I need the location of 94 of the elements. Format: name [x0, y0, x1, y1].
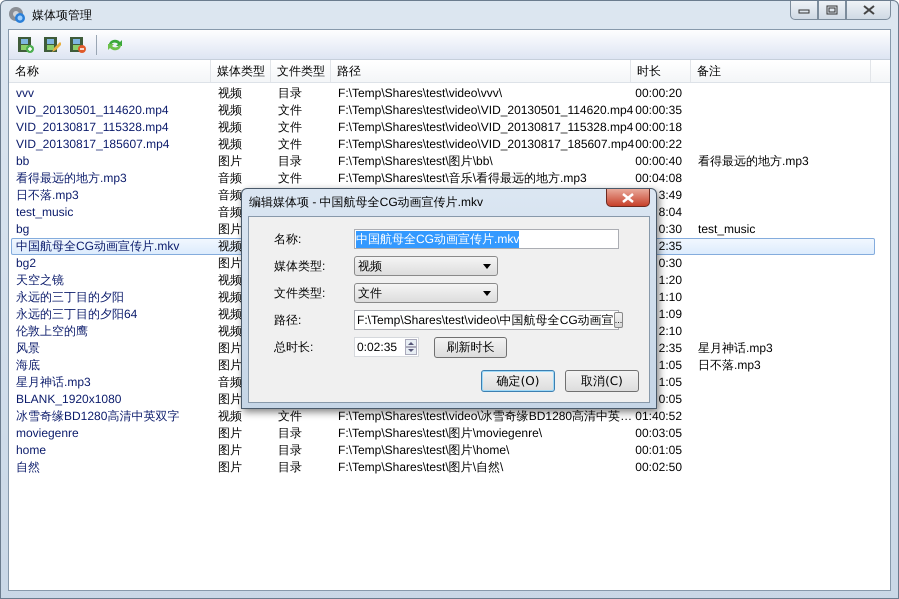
table-cell: test_music — [16, 205, 74, 219]
table-cell: 目录 — [278, 86, 302, 100]
table-cell: 视频 — [218, 137, 242, 151]
table-cell: 日不落.mp3 — [16, 188, 79, 202]
table-cell: 看得最远的地方.mp3 — [16, 171, 127, 185]
table-cell: 自然 — [16, 460, 40, 474]
table-cell: 00:02:50 — [635, 460, 682, 474]
table-cell: 1:05 — [658, 358, 682, 372]
table-cell: 图片 — [218, 341, 242, 355]
table-cell: F:\Temp\Shares\test\video\VID_20130817_185607.mp4 — [338, 137, 634, 151]
table-cell: 冰雪奇缘BD1280高清中英双字 — [16, 409, 180, 423]
table-cell: 图片 — [218, 443, 242, 457]
field-label: 路径: — [274, 312, 302, 328]
table-cell: 视频 — [218, 307, 242, 321]
table-cell: 永远的三丁目的夕阳64 — [16, 307, 138, 321]
table-cell: 视频 — [218, 290, 242, 304]
table-cell: bg2 — [16, 256, 36, 270]
table-cell: bg — [16, 222, 30, 236]
table-cell: vvv — [16, 86, 34, 100]
table-cell: F:\Temp\Shares\test\图片\moviegenre\ — [338, 426, 542, 440]
field-label: 媒体类型: — [274, 258, 326, 274]
table-cell: 文件 — [278, 120, 302, 134]
table-cell: 永远的三丁目的夕阳 — [16, 290, 124, 304]
table-cell: F:\Temp\Shares\test\video\VID_20130501_114620.mp4 — [338, 103, 634, 117]
table-cell: F:\Temp\Shares\test\video\VID_20130817_115328.mp4 — [338, 120, 634, 134]
table-cell: 海底 — [16, 358, 40, 372]
table-cell: 00:00:20 — [635, 86, 682, 100]
table-cell: 00:04:08 — [635, 171, 682, 185]
table-cell: 00:00:35 — [635, 103, 682, 117]
table-cell: 文件 — [278, 103, 302, 117]
table-cell: 8:04 — [658, 205, 682, 219]
table-cell: 图片 — [218, 426, 242, 440]
table-cell: 视频 — [218, 324, 242, 338]
table-cell: 图片 — [218, 222, 242, 236]
table-cell: 视频 — [218, 86, 242, 100]
table-cell: 00:01:05 — [635, 443, 682, 457]
table-cell: 00:00:40 — [635, 154, 682, 168]
table-cell: 文件 — [278, 171, 302, 185]
table-cell: 看得最远的地方.mp3 — [698, 154, 809, 168]
field-label: 名称: — [274, 230, 302, 248]
table-cell: 00:00:22 — [635, 137, 682, 151]
table-cell: 音频 — [218, 171, 242, 185]
table-cell: 2:35 — [658, 341, 682, 355]
table-cell: 00:00:18 — [635, 120, 682, 134]
table-cell: 2:10 — [658, 324, 682, 338]
table-cell: VID_20130817_115328.mp4 — [16, 120, 169, 134]
table-cell: 视频 — [218, 239, 242, 253]
table-cell: 图片 — [218, 392, 242, 406]
table-cell: 视频 — [218, 273, 242, 287]
table-cell: F:\Temp\Shares\test\音乐\看得最远的地方.mp3 — [338, 171, 587, 185]
table-cell: 天空之镜 — [16, 273, 64, 287]
table-cell: 风景 — [16, 341, 40, 355]
table-cell: 音频 — [218, 375, 242, 389]
table-cell: 图片 — [218, 460, 242, 474]
table-cell: 目录 — [278, 426, 302, 440]
table-cell: VID_20130501_114620.mp4 — [16, 103, 169, 117]
table-cell: 图片 — [218, 358, 242, 372]
table-cell: 图片 — [218, 154, 242, 168]
table-cell: 日不落.mp3 — [698, 358, 761, 372]
table-cell: test_music — [698, 222, 756, 236]
table-cell: 视频 — [218, 103, 242, 117]
table-cell: 1:20 — [658, 273, 682, 287]
table-cell: F:\Temp\Shares\test\图片\bb\ — [338, 154, 493, 168]
field-label: 文件类型: — [274, 284, 326, 302]
table-cell: 01:40:52 — [635, 409, 682, 423]
table-cell: 文件 — [278, 137, 302, 151]
table-cell: 0:30 — [658, 222, 682, 236]
table-cell: 伦敦上空的鹰 — [16, 324, 88, 338]
table-cell: F:\Temp\Shares\test\图片\自然\ — [338, 460, 504, 474]
table-cell: 0:05 — [658, 392, 682, 406]
table-cell: 视频 — [218, 120, 242, 134]
table-cell: 目录 — [278, 443, 302, 457]
table-cell: F:\Temp\Shares\test\图片\home\ — [338, 443, 510, 457]
table-cell: F:\Temp\Shares\test\video\vvv\ — [338, 86, 502, 100]
table-cell: VID_20130817_185607.mp4 — [16, 137, 170, 151]
table-cell: 图片 — [218, 256, 242, 270]
table-cell: 星月神话.mp3 — [698, 341, 773, 355]
table-cell: BLANK_1920x1080 — [16, 392, 122, 406]
table-cell: moviegenre — [16, 426, 79, 440]
table-cell: 00:03:05 — [635, 426, 682, 440]
table-cell: 目录 — [278, 460, 302, 474]
table-cell: 2:35 — [658, 239, 682, 253]
table-cell: 目录 — [278, 154, 302, 168]
table-cell: F:\Temp\Shares\test\video\冰雪奇缘BD1280高清中英… — [338, 409, 632, 423]
table-cell: 文件 — [278, 409, 302, 423]
window-title: 媒体项管理 — [32, 6, 92, 24]
table-cell: bb — [16, 154, 30, 168]
table-cell: 中国航母全CG动画宣传片.mkv — [16, 239, 180, 253]
table-cell: 音频 — [218, 205, 242, 219]
table-cell: home — [16, 443, 46, 457]
table-cell: 星月神话.mp3 — [16, 375, 91, 389]
field-label: 总时长: — [274, 338, 314, 356]
table-cell: 视频 — [218, 409, 242, 423]
dialog-title: 编辑媒体项 - 中国航母全CG动画宣传片.mkv — [249, 194, 483, 211]
